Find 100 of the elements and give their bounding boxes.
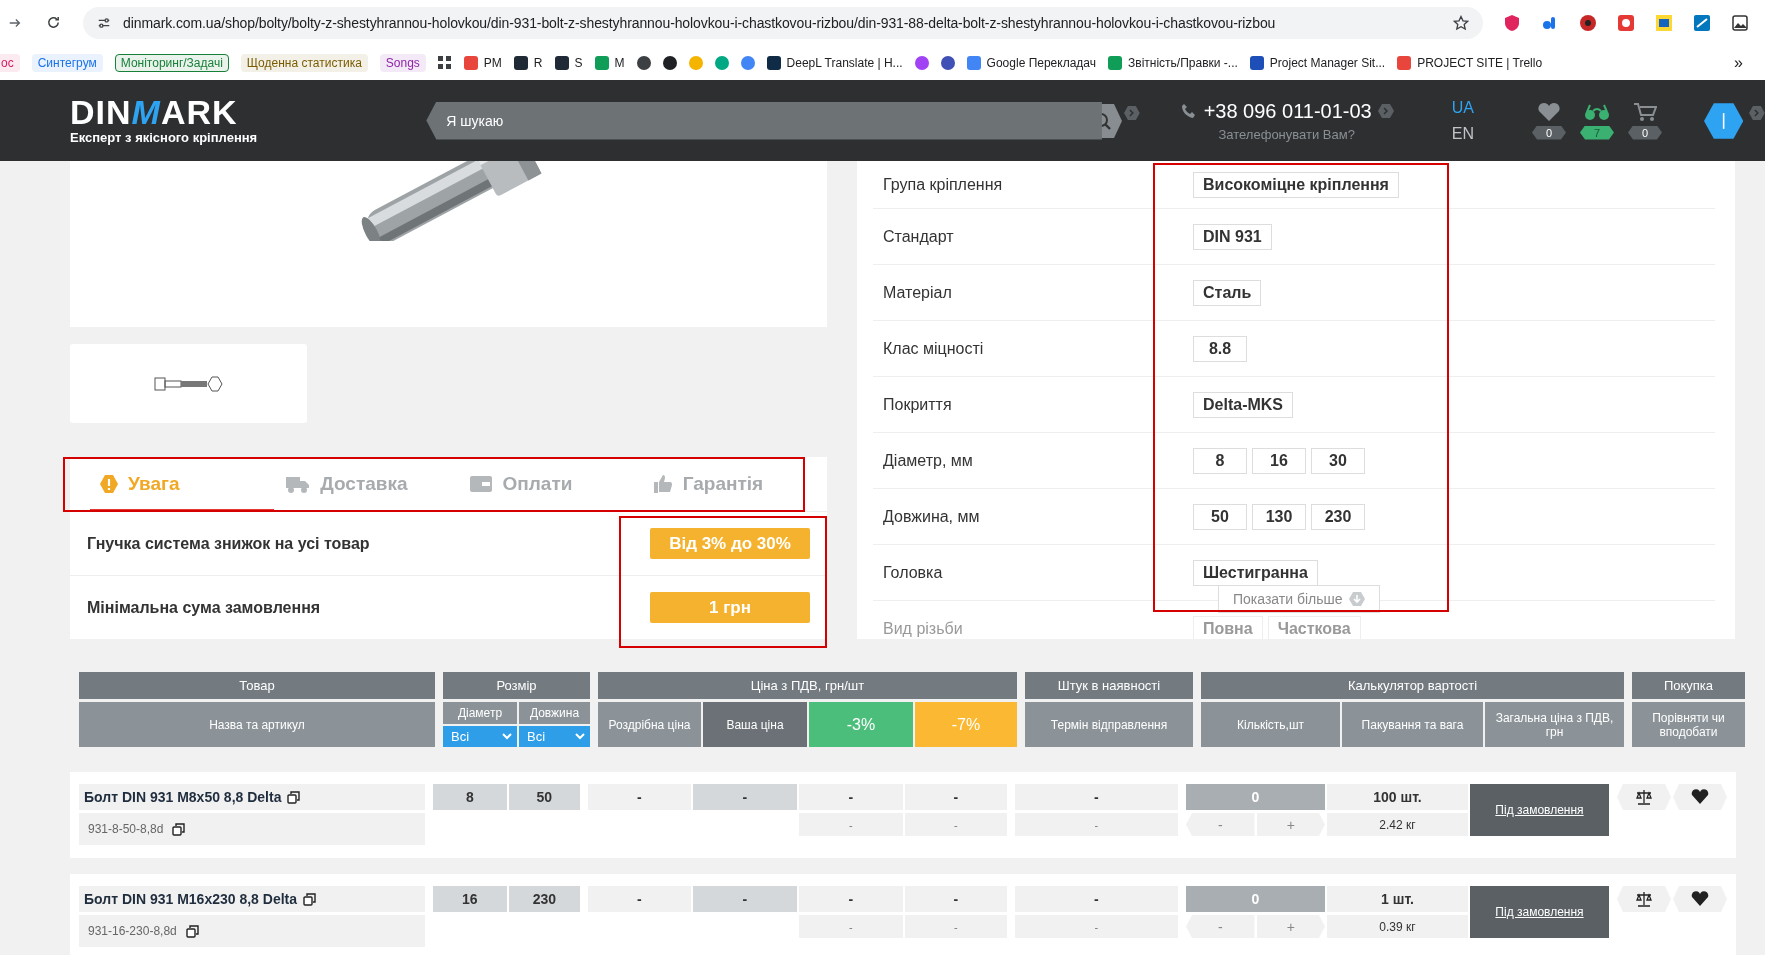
column-header: Пакування та вага bbox=[1342, 702, 1483, 747]
spec-label: Головка bbox=[882, 563, 944, 582]
spec-value[interactable]: DIN 931 bbox=[1193, 223, 1272, 250]
bookmark-label: Google Перекладач bbox=[986, 55, 1096, 70]
spec-label: Група кріплення bbox=[882, 175, 1004, 194]
bookmark-link[interactable]: Google Перекладач bbox=[966, 55, 1096, 70]
spec-value[interactable]: 30 bbox=[1311, 447, 1365, 474]
favicon-icon[interactable] bbox=[636, 55, 651, 70]
show-more-button[interactable]: Показати більше bbox=[1218, 585, 1380, 613]
more-bookmarks-button[interactable]: » bbox=[1734, 53, 1743, 72]
like-button[interactable] bbox=[1673, 886, 1727, 912]
count-badge: 0 bbox=[1628, 125, 1662, 140]
column-group-header: Товар bbox=[79, 672, 435, 699]
favicon-icon[interactable] bbox=[940, 55, 955, 70]
info-value: Від 3% до 30% bbox=[650, 528, 810, 559]
logo-tagline: Експерт з якісного кріплення bbox=[70, 130, 259, 145]
column-group-header: Калькулятор вартості bbox=[1201, 672, 1624, 699]
cart-icon[interactable] bbox=[1633, 101, 1657, 122]
user-avatar-icon[interactable] bbox=[1704, 102, 1744, 139]
discount-column-header: -3% bbox=[809, 702, 913, 747]
logo[interactable]: DINMARK Експерт з якісного кріплення bbox=[70, 96, 277, 145]
product-name[interactable]: Болт DIN 931 M16x230 8,8 Delta bbox=[79, 886, 425, 912]
discount-column-header: -7% bbox=[915, 702, 1017, 747]
like-button[interactable] bbox=[1673, 784, 1727, 810]
bookmark-link[interactable]: M bbox=[594, 55, 625, 70]
spec-value[interactable]: Delta-MKS bbox=[1193, 391, 1293, 418]
table-cell: - bbox=[904, 915, 1007, 938]
bookmark-link[interactable]: R bbox=[513, 55, 543, 70]
column-group-header: Розмір bbox=[443, 672, 590, 699]
star-icon[interactable] bbox=[1453, 14, 1469, 31]
site-settings-icon[interactable] bbox=[97, 15, 111, 30]
spec-value[interactable]: Сталь bbox=[1193, 279, 1262, 306]
product-name[interactable]: Болт DIN 931 M8x50 8,8 Delta bbox=[79, 784, 425, 810]
copy-icon[interactable] bbox=[185, 924, 199, 938]
order-button[interactable]: Під замовлення bbox=[1470, 886, 1609, 938]
bookmark-label: M bbox=[614, 55, 625, 70]
spec-label: Стандарт bbox=[882, 227, 955, 246]
package-size: 1 шт. bbox=[1327, 886, 1468, 912]
spec-value[interactable]: 16 bbox=[1252, 447, 1306, 474]
table-cell: 230 bbox=[508, 886, 580, 912]
column-header: Порівняти чи вподобати bbox=[1632, 702, 1745, 747]
bookmark-chip[interactable]: ос bbox=[0, 53, 20, 72]
search-field[interactable]: Я шукаю bbox=[426, 101, 1102, 140]
spec-label: Вид різьби bbox=[882, 619, 964, 638]
compare-button[interactable] bbox=[1617, 784, 1671, 810]
language-option[interactable]: UA bbox=[1451, 98, 1474, 117]
image-icon[interactable] bbox=[1731, 13, 1749, 32]
copy-icon[interactable] bbox=[287, 790, 301, 804]
heart-icon[interactable] bbox=[1537, 101, 1561, 122]
table-cell: - bbox=[587, 886, 691, 912]
table-cell: - bbox=[1014, 813, 1178, 836]
product-thumbnail[interactable] bbox=[70, 344, 307, 423]
spec-value[interactable]: 130 bbox=[1252, 503, 1306, 530]
bookmark-link[interactable]: Звітність/Правки -... bbox=[1108, 55, 1238, 70]
column-header: Довжина bbox=[519, 702, 590, 724]
bookmark-link[interactable]: S bbox=[554, 55, 583, 70]
column-header: Роздрібна ціна bbox=[598, 702, 701, 747]
package-weight: 2.42 кг bbox=[1327, 813, 1468, 836]
table-cell: - bbox=[798, 784, 903, 810]
table-cell: 8 bbox=[432, 784, 507, 810]
apps-grid-icon[interactable] bbox=[437, 55, 452, 70]
language-option[interactable]: EN bbox=[1451, 124, 1474, 143]
shield-icon[interactable] bbox=[1503, 13, 1521, 32]
package-size: 100 шт. bbox=[1327, 784, 1468, 810]
column-header: Термін відправлення bbox=[1025, 702, 1193, 747]
callback-link[interactable]: Зателефонувати Вам? bbox=[1218, 126, 1355, 142]
order-button[interactable]: Під замовлення bbox=[1470, 784, 1609, 836]
bookmark-chip[interactable]: Щоденна статистика bbox=[240, 53, 368, 72]
spec-value[interactable]: 8.8 bbox=[1193, 335, 1247, 362]
spec-label: Діаметр, мм bbox=[882, 451, 974, 470]
bookmark-label: Звітність/Правки -... bbox=[1128, 55, 1238, 70]
phone-number[interactable]: +38 096 011-01-03 bbox=[1203, 99, 1372, 123]
chevron-down-icon bbox=[502, 733, 512, 740]
bookmark-chip[interactable]: Синтегрум bbox=[31, 53, 103, 72]
spec-value[interactable]: 8 bbox=[1193, 447, 1247, 474]
column-group-header: Ціна з ПДВ, грн/шт bbox=[598, 672, 1017, 699]
table-cell: - bbox=[798, 813, 903, 836]
bookmark-chip[interactable]: Моніторинг/Задачі bbox=[114, 53, 229, 72]
address-bar[interactable]: dinmark.com.ua/shop/bolty/bolty-z-shestyhrannou-holovkou/din-931-bolt-z-shestyhrannou-holovkou-i-chastkovou-rizbou/din-931-88-delta-bolt-z-shestyhrannou-holovkou-i-chastkovou-rizbou bbox=[83, 6, 1483, 39]
spec-value[interactable]: 230 bbox=[1311, 503, 1365, 530]
table-cell: - bbox=[692, 886, 797, 912]
record-icon[interactable] bbox=[1617, 13, 1635, 32]
copy-icon[interactable] bbox=[172, 822, 186, 836]
spec-value[interactable]: Високоміцне кріплення bbox=[1193, 171, 1399, 198]
favicon-icon[interactable] bbox=[662, 55, 677, 70]
warning-icon bbox=[100, 474, 118, 494]
spec-label: Клас міцності bbox=[882, 339, 985, 358]
bookmark-chip[interactable]: Songs bbox=[379, 53, 426, 72]
spec-value[interactable]: 50 bbox=[1193, 503, 1247, 530]
count-badge: 7 bbox=[1580, 125, 1614, 140]
reload-icon[interactable] bbox=[46, 15, 61, 30]
table-cell: - bbox=[1014, 886, 1178, 912]
bookmark-link[interactable]: PM bbox=[463, 55, 502, 70]
extension-icon[interactable] bbox=[1579, 13, 1597, 32]
scales-icon bbox=[1635, 891, 1653, 907]
compare-button[interactable] bbox=[1617, 886, 1671, 912]
column-group-header: Покупка bbox=[1632, 672, 1745, 699]
table-cell: 16 bbox=[432, 886, 507, 912]
copy-icon[interactable] bbox=[303, 892, 316, 906]
package-weight: 0.39 кг bbox=[1327, 915, 1468, 938]
